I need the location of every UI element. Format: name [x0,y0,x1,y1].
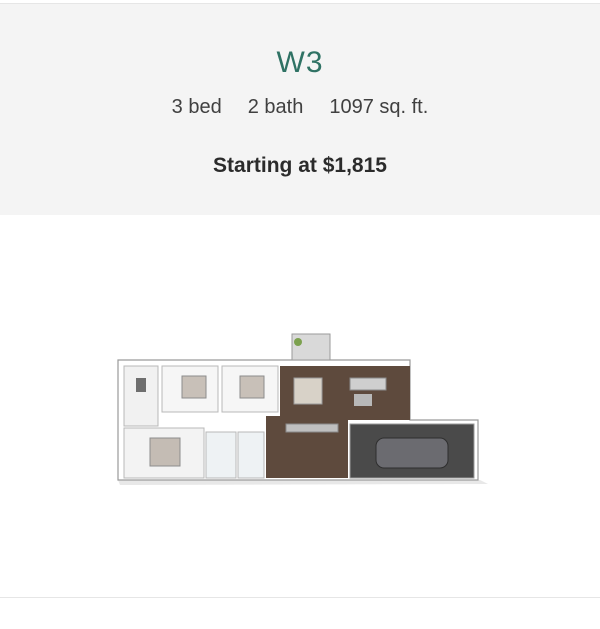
plan-name: W3 [276,46,324,79]
baths-count: 2 bath [247,96,304,118]
balcony [291,333,331,361]
bed-icon [181,375,207,399]
plant-icon [294,338,302,346]
bed-icon [239,375,265,399]
coffee-table-icon [354,394,372,406]
car-icon [375,437,449,469]
starting-price: Starting at $1,815 [213,154,387,177]
bathroom-one [205,431,237,479]
bed-icon [149,437,181,467]
floorplan-shadow [118,480,488,485]
plan-header: W3 3 bed 2 bath 1097 sq. ft. Starting at… [0,4,600,215]
square-footage: 1097 sq. ft. [329,96,429,118]
closet-room [123,365,159,427]
washer-icon [136,378,146,392]
kitchen-counter-icon [285,423,339,433]
floorplan-image-area[interactable] [0,215,600,595]
floorplan-image[interactable] [110,320,490,490]
bathroom-two [237,431,265,479]
beds-count: 3 bed [171,96,222,118]
plan-specs: 3 bed 2 bath 1097 sq. ft. [0,96,600,119]
dining-table-icon [293,377,323,405]
bottom-divider [0,597,600,598]
floorplan-card: W3 3 bed 2 bath 1097 sq. ft. Starting at… [0,0,600,629]
sofa-icon [349,377,387,391]
